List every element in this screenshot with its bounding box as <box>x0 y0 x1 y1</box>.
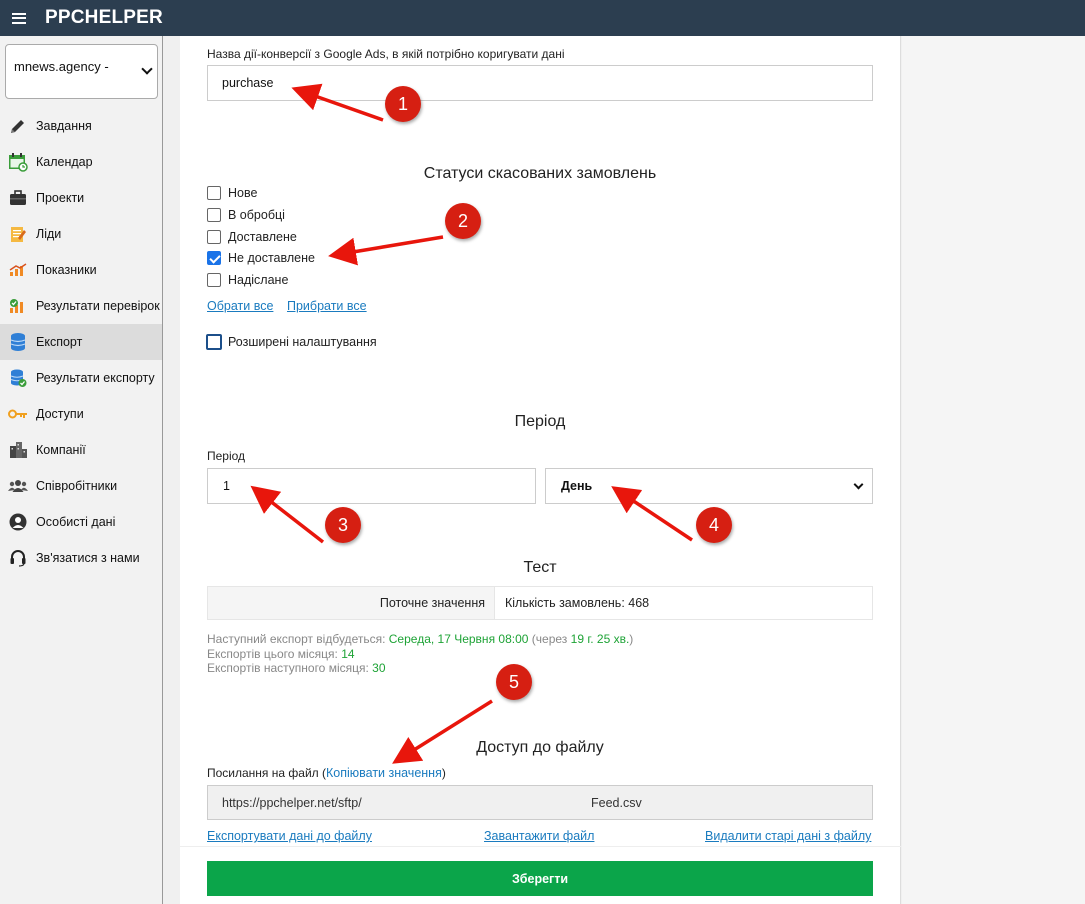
status-option-new[interactable]: Нове <box>207 185 257 201</box>
annotation-badge-5: 5 <box>496 664 532 700</box>
chart-icon <box>8 260 28 280</box>
sidebar-item-check-results[interactable]: Результати перевірок <box>0 288 162 324</box>
period-unit-value: День <box>561 479 593 493</box>
calendar-icon <box>8 152 28 172</box>
conversion-input[interactable]: purchase <box>207 65 873 101</box>
notepad-icon <box>8 224 28 244</box>
pencil-icon <box>8 116 28 136</box>
next-export-line: Наступний експорт відбудеться: Середа, 1… <box>207 632 634 646</box>
user-icon <box>8 512 28 532</box>
checkbox-checked[interactable] <box>207 251 221 265</box>
check-chart-icon <box>8 296 28 316</box>
annotation-badge-4: 4 <box>696 507 732 543</box>
annotation-badge-2: 2 <box>445 203 481 239</box>
brand-logo[interactable]: PPCHELPER <box>45 7 163 29</box>
exports-next-month-line: Експортів наступного місяця: 30 <box>207 661 386 675</box>
copy-value-link[interactable]: Копіювати значення <box>326 766 442 780</box>
statuses-title: Статуси скасованих замовлень <box>423 165 657 182</box>
right-background <box>902 36 1085 904</box>
period-title: Період <box>514 413 566 430</box>
clear-all-link[interactable]: Прибрати все <box>287 299 367 313</box>
chevron-down-icon <box>141 63 153 75</box>
sidebar-item-metrics[interactable]: Показники <box>0 252 162 288</box>
current-value: Кількість замовлень: 468 <box>505 596 650 610</box>
sidebar-item-tasks[interactable]: Завдання <box>0 108 162 144</box>
checkbox[interactable] <box>207 208 221 222</box>
conversion-label: Назва дії-конверсії з Google Ads, в якій… <box>207 47 565 61</box>
checkbox-focused[interactable] <box>206 334 222 350</box>
file-url-end: Feed.csv <box>591 795 642 810</box>
sidebar-item-access[interactable]: Доступи <box>0 396 162 432</box>
sidebar-item-export-results[interactable]: Результати експорту <box>0 360 162 396</box>
database-check-icon <box>8 368 28 388</box>
sidebar-item-personal-data[interactable]: Особисті дані <box>0 504 162 540</box>
download-file-link[interactable]: Завантажити файл <box>484 829 594 843</box>
annotation-badge-1: 1 <box>385 86 421 122</box>
annotation-badge-3: 3 <box>325 507 361 543</box>
status-option-delivered[interactable]: Доставлене <box>207 229 297 245</box>
checkbox[interactable] <box>207 230 221 244</box>
status-option-processing[interactable]: В обробці <box>207 207 285 223</box>
checkbox[interactable] <box>207 186 221 200</box>
account-select-value: mnews.agency - <box>14 59 109 74</box>
save-button[interactable]: Зберегти <box>207 861 873 896</box>
briefcase-icon <box>8 188 28 208</box>
panel-divider <box>180 846 901 847</box>
next-export-countdown: 19 г. 25 хв. <box>570 632 630 646</box>
sidebar-item-projects[interactable]: Проекти <box>0 180 162 216</box>
sidebar-item-calendar[interactable]: Календар <box>0 144 162 180</box>
file-url-input[interactable]: https://ppchelper.net/sftp/ Feed.csv <box>207 785 873 820</box>
period-unit-select[interactable]: День <box>545 468 873 504</box>
status-option-sent[interactable]: Надіслане <box>207 272 288 288</box>
period-value-input[interactable]: 1 <box>207 468 536 504</box>
sidebar-item-employees[interactable]: Співробітники <box>0 468 162 504</box>
sidebar-item-contact[interactable]: Зв'язатися з нами <box>0 540 162 576</box>
menu-icon[interactable] <box>12 12 26 24</box>
status-option-not-delivered[interactable]: Не доставлене <box>207 250 315 266</box>
checkbox[interactable] <box>207 273 221 287</box>
account-select[interactable]: mnews.agency - <box>5 44 158 99</box>
exports-next-month: 30 <box>372 661 386 675</box>
advanced-settings-toggle[interactable]: Розширені налаштування <box>206 334 377 350</box>
buildings-icon <box>8 440 28 460</box>
chevron-down-icon <box>853 479 864 490</box>
next-export-date: Середа, 17 Червня 08:00 <box>388 632 529 646</box>
sidebar-item-leads[interactable]: Ліди <box>0 216 162 252</box>
export-to-file-link[interactable]: Експортувати дані до файлу <box>207 829 372 843</box>
file-url-start: https://ppchelper.net/sftp/ <box>222 795 362 810</box>
test-table: Поточне значення Кількість замовлень: 46… <box>207 586 873 620</box>
sidebar-item-companies[interactable]: Компанії <box>0 432 162 468</box>
sidebar: mnews.agency - Завдання Календар Проекти <box>0 36 163 904</box>
people-icon <box>8 476 28 496</box>
top-bar: PPCHELPER <box>0 0 1085 36</box>
delete-old-data-link[interactable]: Видалити старі дані з файлу <box>705 829 871 843</box>
test-title: Тест <box>523 559 557 576</box>
key-icon <box>8 404 28 424</box>
headset-icon <box>8 548 28 568</box>
exports-this-month: 14 <box>341 647 355 661</box>
database-icon <box>8 332 28 352</box>
period-label: Період <box>207 449 246 463</box>
select-all-link[interactable]: Обрати все <box>207 299 273 313</box>
sidebar-item-export[interactable]: Експорт <box>0 324 162 360</box>
current-value-label: Поточне значення <box>208 587 495 619</box>
exports-this-month-line: Експортів цього місяця: 14 <box>207 647 355 661</box>
file-access-title: Доступ до файлу <box>476 739 604 756</box>
sidebar-nav: Завдання Календар Проекти Ліди Показники <box>0 108 162 576</box>
file-link-label: Посилання на файл (Копіювати значення) <box>207 766 446 780</box>
